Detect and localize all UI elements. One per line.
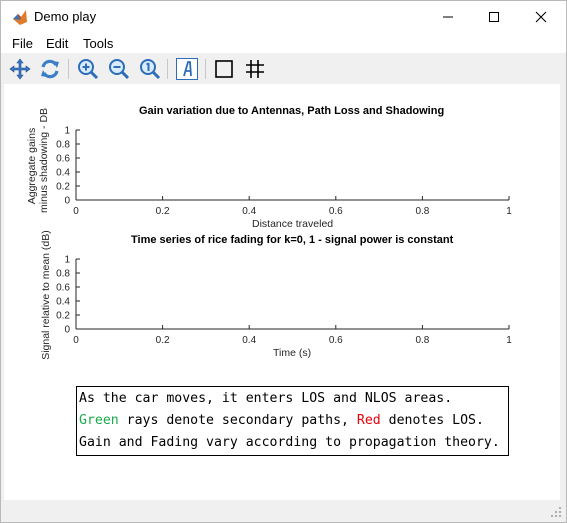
toggle-grid-icon[interactable] — [243, 57, 267, 81]
menu-tools[interactable]: Tools — [83, 36, 113, 51]
chart1-y-tick-label: 0.4 — [56, 168, 70, 179]
chart1-y-tick-label: 0.6 — [56, 154, 70, 165]
chart1-y-tick-label: 1 — [64, 126, 70, 137]
toolbar — [1, 53, 566, 85]
chart2-x-tick-label: 0.6 — [329, 335, 343, 346]
chart1-ylabel: Aggregate gains minus shadowing - DB — [22, 108, 54, 213]
chart1-x-tick-label: 0.8 — [415, 206, 429, 217]
chart2-x-tick-label: 0 — [73, 335, 79, 346]
chart2-y-tick-label: 0.8 — [56, 269, 70, 280]
explanation-line2: Green rays denote secondary paths, Red d… — [79, 410, 508, 432]
explanation-line1: As the car moves, it enters LOS and NLOS… — [79, 391, 453, 406]
maximize-button[interactable] — [471, 1, 517, 33]
green-keyword: Green — [79, 413, 119, 428]
chart1-x-tick-label: 1 — [506, 206, 512, 217]
zoom-in-icon[interactable] — [76, 57, 100, 81]
chart1-ylabel-line2: minus shadowing - DB — [38, 107, 50, 213]
explanation-line2-mid: rays denote secondary paths, — [118, 413, 357, 428]
chart1-y-tick-label: 0 — [64, 196, 70, 207]
chart2-ylabel: Signal relative to mean (dB) — [38, 228, 54, 362]
chart1-xlabel: Distance traveled — [252, 218, 334, 230]
chart1-ylabel-line1: Aggregate gains — [26, 127, 38, 205]
chart1-title: Gain variation due to Antennas, Path Los… — [139, 105, 445, 117]
chart1-x-tick-label: 0 — [73, 206, 79, 217]
menu-file[interactable]: File — [12, 36, 33, 51]
chart2-x-tick-label: 1 — [506, 335, 512, 346]
rotate-icon[interactable] — [38, 57, 62, 81]
menu-bar: File Edit Tools — [1, 33, 566, 53]
chart2-xlabel: Time (s) — [273, 347, 312, 359]
minimize-button[interactable] — [425, 1, 471, 33]
chart2-y-tick-label: 0 — [64, 325, 70, 336]
window-title: Demo play — [34, 9, 97, 24]
chart1-x-tick-label: 0.6 — [329, 206, 343, 217]
chart2-x-tick-label: 0.8 — [415, 335, 429, 346]
chart1-x-tick-label: 0.4 — [242, 206, 256, 217]
explanation-line2-end: denotes LOS. — [380, 413, 484, 428]
minimize-icon — [443, 16, 453, 18]
chart2-x-tick-label: 0.4 — [242, 335, 256, 346]
pan-icon[interactable] — [8, 57, 32, 81]
explanation-textbox: As the car moves, it enters LOS and NLOS… — [76, 386, 509, 456]
close-button[interactable] — [518, 1, 564, 33]
close-icon — [535, 11, 547, 23]
insert-rectangle-icon[interactable] — [212, 57, 236, 81]
zoom-reset-icon[interactable] — [138, 57, 162, 81]
chart2-y-tick-label: 0.2 — [56, 311, 70, 322]
toolbar-separator — [167, 59, 168, 79]
matlab-app-icon — [13, 10, 27, 25]
insert-text-icon[interactable] — [175, 57, 199, 81]
red-keyword: Red — [356, 413, 381, 428]
chart2-y-tick-label: 1 — [64, 255, 70, 266]
resize-grip-icon[interactable] — [550, 506, 562, 518]
chart2-axes: 0 0.2 0.4 0.6 0.8 1 0 0.2 0.4 0.6 0.8 1 — [56, 255, 512, 347]
chart1-x-tick-label: 0.2 — [156, 206, 170, 217]
title-bar[interactable]: Demo play — [1, 1, 566, 33]
chart2-y-tick-label: 0.4 — [56, 297, 70, 308]
status-bar — [1, 502, 566, 522]
chart2-y-tick-label: 0.6 — [56, 283, 70, 294]
maximize-icon — [489, 12, 499, 22]
toolbar-separator — [68, 59, 69, 79]
zoom-out-icon[interactable] — [107, 57, 131, 81]
chart1-axes: 0 0.2 0.4 0.6 0.8 1 0 0.2 0.4 0.6 0.8 1 — [56, 126, 512, 218]
chart2-x-tick-label: 0.2 — [156, 335, 170, 346]
chart1-y-tick-label: 0.8 — [56, 140, 70, 151]
chart1-y-tick-label: 0.2 — [56, 182, 70, 193]
explanation-line3: Gain and Fading vary according to propag… — [79, 435, 500, 450]
toolbar-separator — [205, 59, 206, 79]
menu-edit[interactable]: Edit — [46, 36, 68, 51]
chart2-ylabel-line1: Signal relative to mean (dB) — [40, 230, 52, 360]
chart2-title: Time series of rice fading for k=0, 1 - … — [131, 234, 454, 246]
